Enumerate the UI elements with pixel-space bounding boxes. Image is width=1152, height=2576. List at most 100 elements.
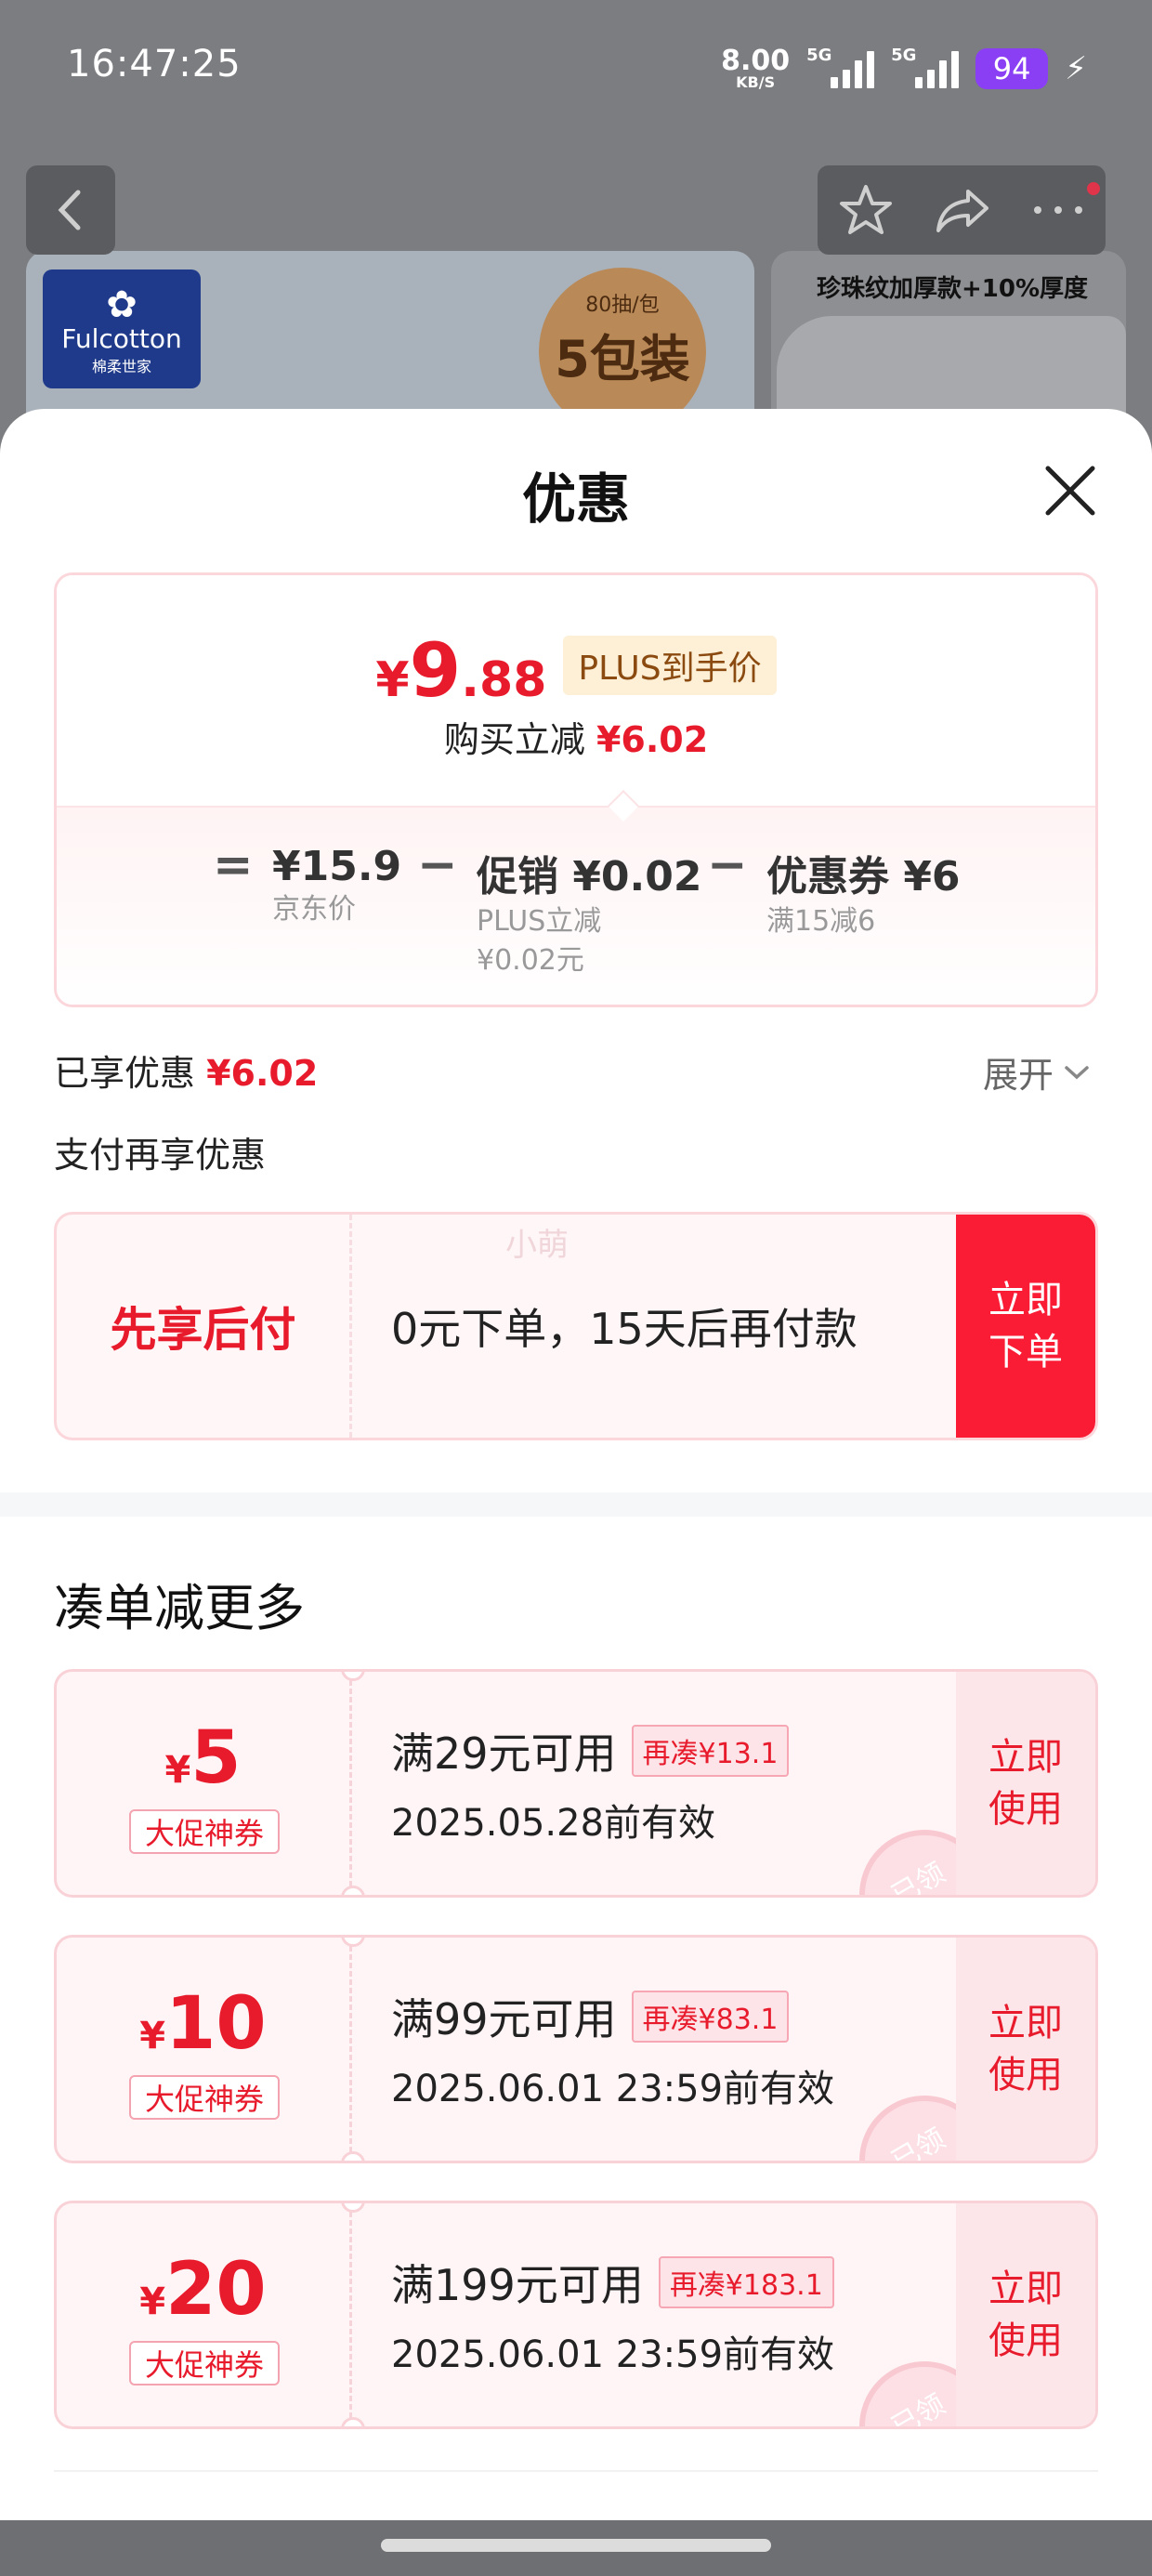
discount-sheet: 优惠 ¥9.88 PLUS到手价 购买立减 ¥6.02 = ¥15.9 京东价 …	[0, 409, 1152, 2520]
coupon-notch	[341, 1886, 365, 1895]
use-now-button[interactable]: 立即 使用	[956, 2203, 1095, 2426]
chevron-left-icon	[58, 190, 81, 230]
jd-price: ¥15.9	[272, 843, 402, 890]
notification-dot	[1085, 180, 1102, 197]
coupon-amount: 20	[165, 2248, 267, 2332]
back-button[interactable]	[26, 165, 115, 255]
order-now-label: 立即 下单	[988, 1279, 1063, 1373]
currency-symbol: ¥	[164, 1749, 191, 1792]
network-speed-value: 8.00	[721, 45, 791, 77]
add-more-badge: 再凑¥83.1	[631, 1991, 790, 2043]
coupon-condition: 满29元可用	[391, 1728, 617, 1779]
section-divider	[0, 1492, 1152, 1517]
sheet-bottom-divider	[54, 2470, 1098, 2472]
brand-name-cn: 棉柔世家	[91, 358, 151, 375]
coupon-expiry: 2025.06.01 23:59前有效	[391, 2333, 835, 2376]
minus-sign: −	[707, 837, 748, 893]
pay-later-description: 0元下单，15天后再付款	[391, 1304, 857, 1354]
coupon-type-tag: 大促神券	[129, 1809, 280, 1854]
promo-sub-label: PLUS立减	[477, 905, 602, 938]
expand-label: 展开	[983, 1055, 1054, 1096]
coupon-value-area: ¥10 大促神券	[57, 1938, 352, 2161]
coupon-item: 优惠券 ¥6 满15减6	[766, 843, 961, 941]
currency-symbol: ¥	[139, 2280, 166, 2323]
close-icon[interactable]	[1041, 461, 1100, 520]
status-icons: 8.00 KB/S 5G 5G 94 ⚡	[721, 41, 1087, 97]
coupon-value: ¥20	[57, 2248, 349, 2332]
coupon-notch	[341, 2417, 365, 2426]
price-breakdown-card: ¥9.88 PLUS到手价 购买立减 ¥6.02 = ¥15.9 京东价 − 促…	[54, 572, 1098, 1007]
currency-symbol: ¥	[139, 2015, 166, 2057]
final-price-section: ¥9.88 PLUS到手价 购买立减 ¥6.02	[57, 575, 1095, 806]
coupon-value-area: ¥5 大促神券	[57, 1672, 352, 1895]
brand-logo: ✿ Fulcotton 棉柔世家	[43, 269, 201, 388]
add-more-badge: 再凑¥183.1	[658, 2256, 834, 2308]
enjoyed-value: ¥6.02	[206, 1053, 319, 1094]
minus-sign: −	[417, 837, 458, 893]
coupon-amount: 优惠券 ¥6	[766, 853, 961, 900]
cotton-icon: ✿	[106, 283, 137, 326]
battery-level: 94	[975, 48, 1049, 89]
final-price-line: ¥9.88 PLUS到手价	[57, 627, 1095, 714]
brand-name-en: Fulcotton	[61, 323, 182, 354]
plus-price-tag: PLUS到手价	[563, 635, 777, 695]
promo-item: 促销 ¥0.02 PLUS立减 ¥0.02元	[477, 843, 702, 980]
coupon-card: ¥10 大促神券 满99元可用 再凑¥83.1 2025.06.01 23:59…	[54, 1935, 1098, 2163]
equals-sign: =	[213, 837, 254, 893]
thumbnail-caption: 珍珠纹加厚款+10%厚度	[816, 275, 1089, 303]
price-calculation: = ¥15.9 京东价 − 促销 ¥0.02 PLUS立减 ¥0.02元 − 优…	[57, 806, 1095, 1005]
status-time: 16:47:25	[67, 43, 242, 85]
network-type: 5G	[806, 46, 832, 65]
coupon-type-tag: 大促神券	[129, 2075, 280, 2120]
coupon-amount: 10	[165, 1982, 267, 2066]
use-now-button[interactable]: 立即 使用	[956, 1938, 1095, 2161]
use-now-button[interactable]: 立即 使用	[956, 1672, 1095, 1895]
price-integer: 9	[409, 627, 462, 714]
promo-sub-value: ¥0.02元	[477, 944, 584, 977]
price-decimal: .88	[461, 652, 547, 708]
network-type: 5G	[891, 46, 917, 65]
charging-icon: ⚡	[1065, 50, 1087, 87]
coupon-expiry: 2025.05.28前有效	[391, 1802, 716, 1845]
coupon-notch	[341, 2151, 365, 2161]
jd-price-label: 京东价	[272, 893, 356, 926]
coupon-condition: 满15减6	[766, 905, 876, 938]
coupon-amount: 5	[190, 1716, 242, 1800]
coupon-value: ¥10	[57, 1982, 349, 2066]
sheet-title: 优惠	[521, 467, 630, 531]
coupon-expiry: 2025.06.01 23:59前有效	[391, 2068, 835, 2110]
coupon-condition-line: 满29元可用 再凑¥13.1	[391, 1720, 790, 1781]
instant-reduction: 购买立减 ¥6.02	[57, 711, 1095, 762]
pack-badge-main: 5包装	[555, 330, 690, 388]
chevron-down-icon	[1065, 1065, 1089, 1079]
bundle-section-title: 凑单减更多	[54, 1579, 305, 1637]
share-icon[interactable]	[933, 184, 992, 236]
use-now-label: 立即 使用	[988, 2267, 1063, 2362]
watermark: 小萌	[505, 1227, 569, 1264]
network-speed-unit: KB/S	[736, 73, 776, 91]
jd-price-item: ¥15.9 京东价	[272, 843, 401, 929]
use-now-label: 立即 使用	[988, 1736, 1063, 1831]
signal-icon: 5G	[891, 46, 960, 88]
order-now-button[interactable]: 立即 下单	[956, 1215, 1095, 1438]
signal-icon: 5G	[806, 46, 875, 88]
coupon-card: ¥5 大促神券 满29元可用 再凑¥13.1 2025.05.28前有效 已领 …	[54, 1669, 1098, 1898]
reduction-value: ¥6.02	[596, 719, 709, 760]
top-actions	[818, 165, 1106, 255]
more-icon[interactable]	[1030, 201, 1086, 219]
pack-badge-count: 80抽/包	[585, 294, 660, 317]
enjoyed-discount: 已享优惠 ¥6.02	[54, 1045, 318, 1096]
payment-discount-heading: 支付再享优惠	[54, 1135, 267, 1176]
coupon-condition-line: 满199元可用 再凑¥183.1	[391, 2252, 834, 2313]
expand-toggle[interactable]: 展开	[983, 1046, 1091, 1097]
final-price: ¥9.88	[375, 627, 546, 714]
network-speed: 8.00 KB/S	[721, 47, 790, 90]
coupon-condition: 满199元可用	[391, 2260, 644, 2310]
star-icon[interactable]	[837, 182, 895, 238]
coupon-value: ¥5	[57, 1716, 349, 1800]
coupon-condition-line: 满99元可用 再凑¥83.1	[391, 1986, 790, 2047]
reduction-label: 购买立减	[443, 719, 585, 760]
pay-later-card: 先享后付 0元下单，15天后再付款 立即 下单	[54, 1212, 1098, 1440]
coupon-card: ¥20 大促神券 满199元可用 再凑¥183.1 2025.06.01 23:…	[54, 2201, 1098, 2429]
home-indicator[interactable]	[381, 2539, 771, 2552]
